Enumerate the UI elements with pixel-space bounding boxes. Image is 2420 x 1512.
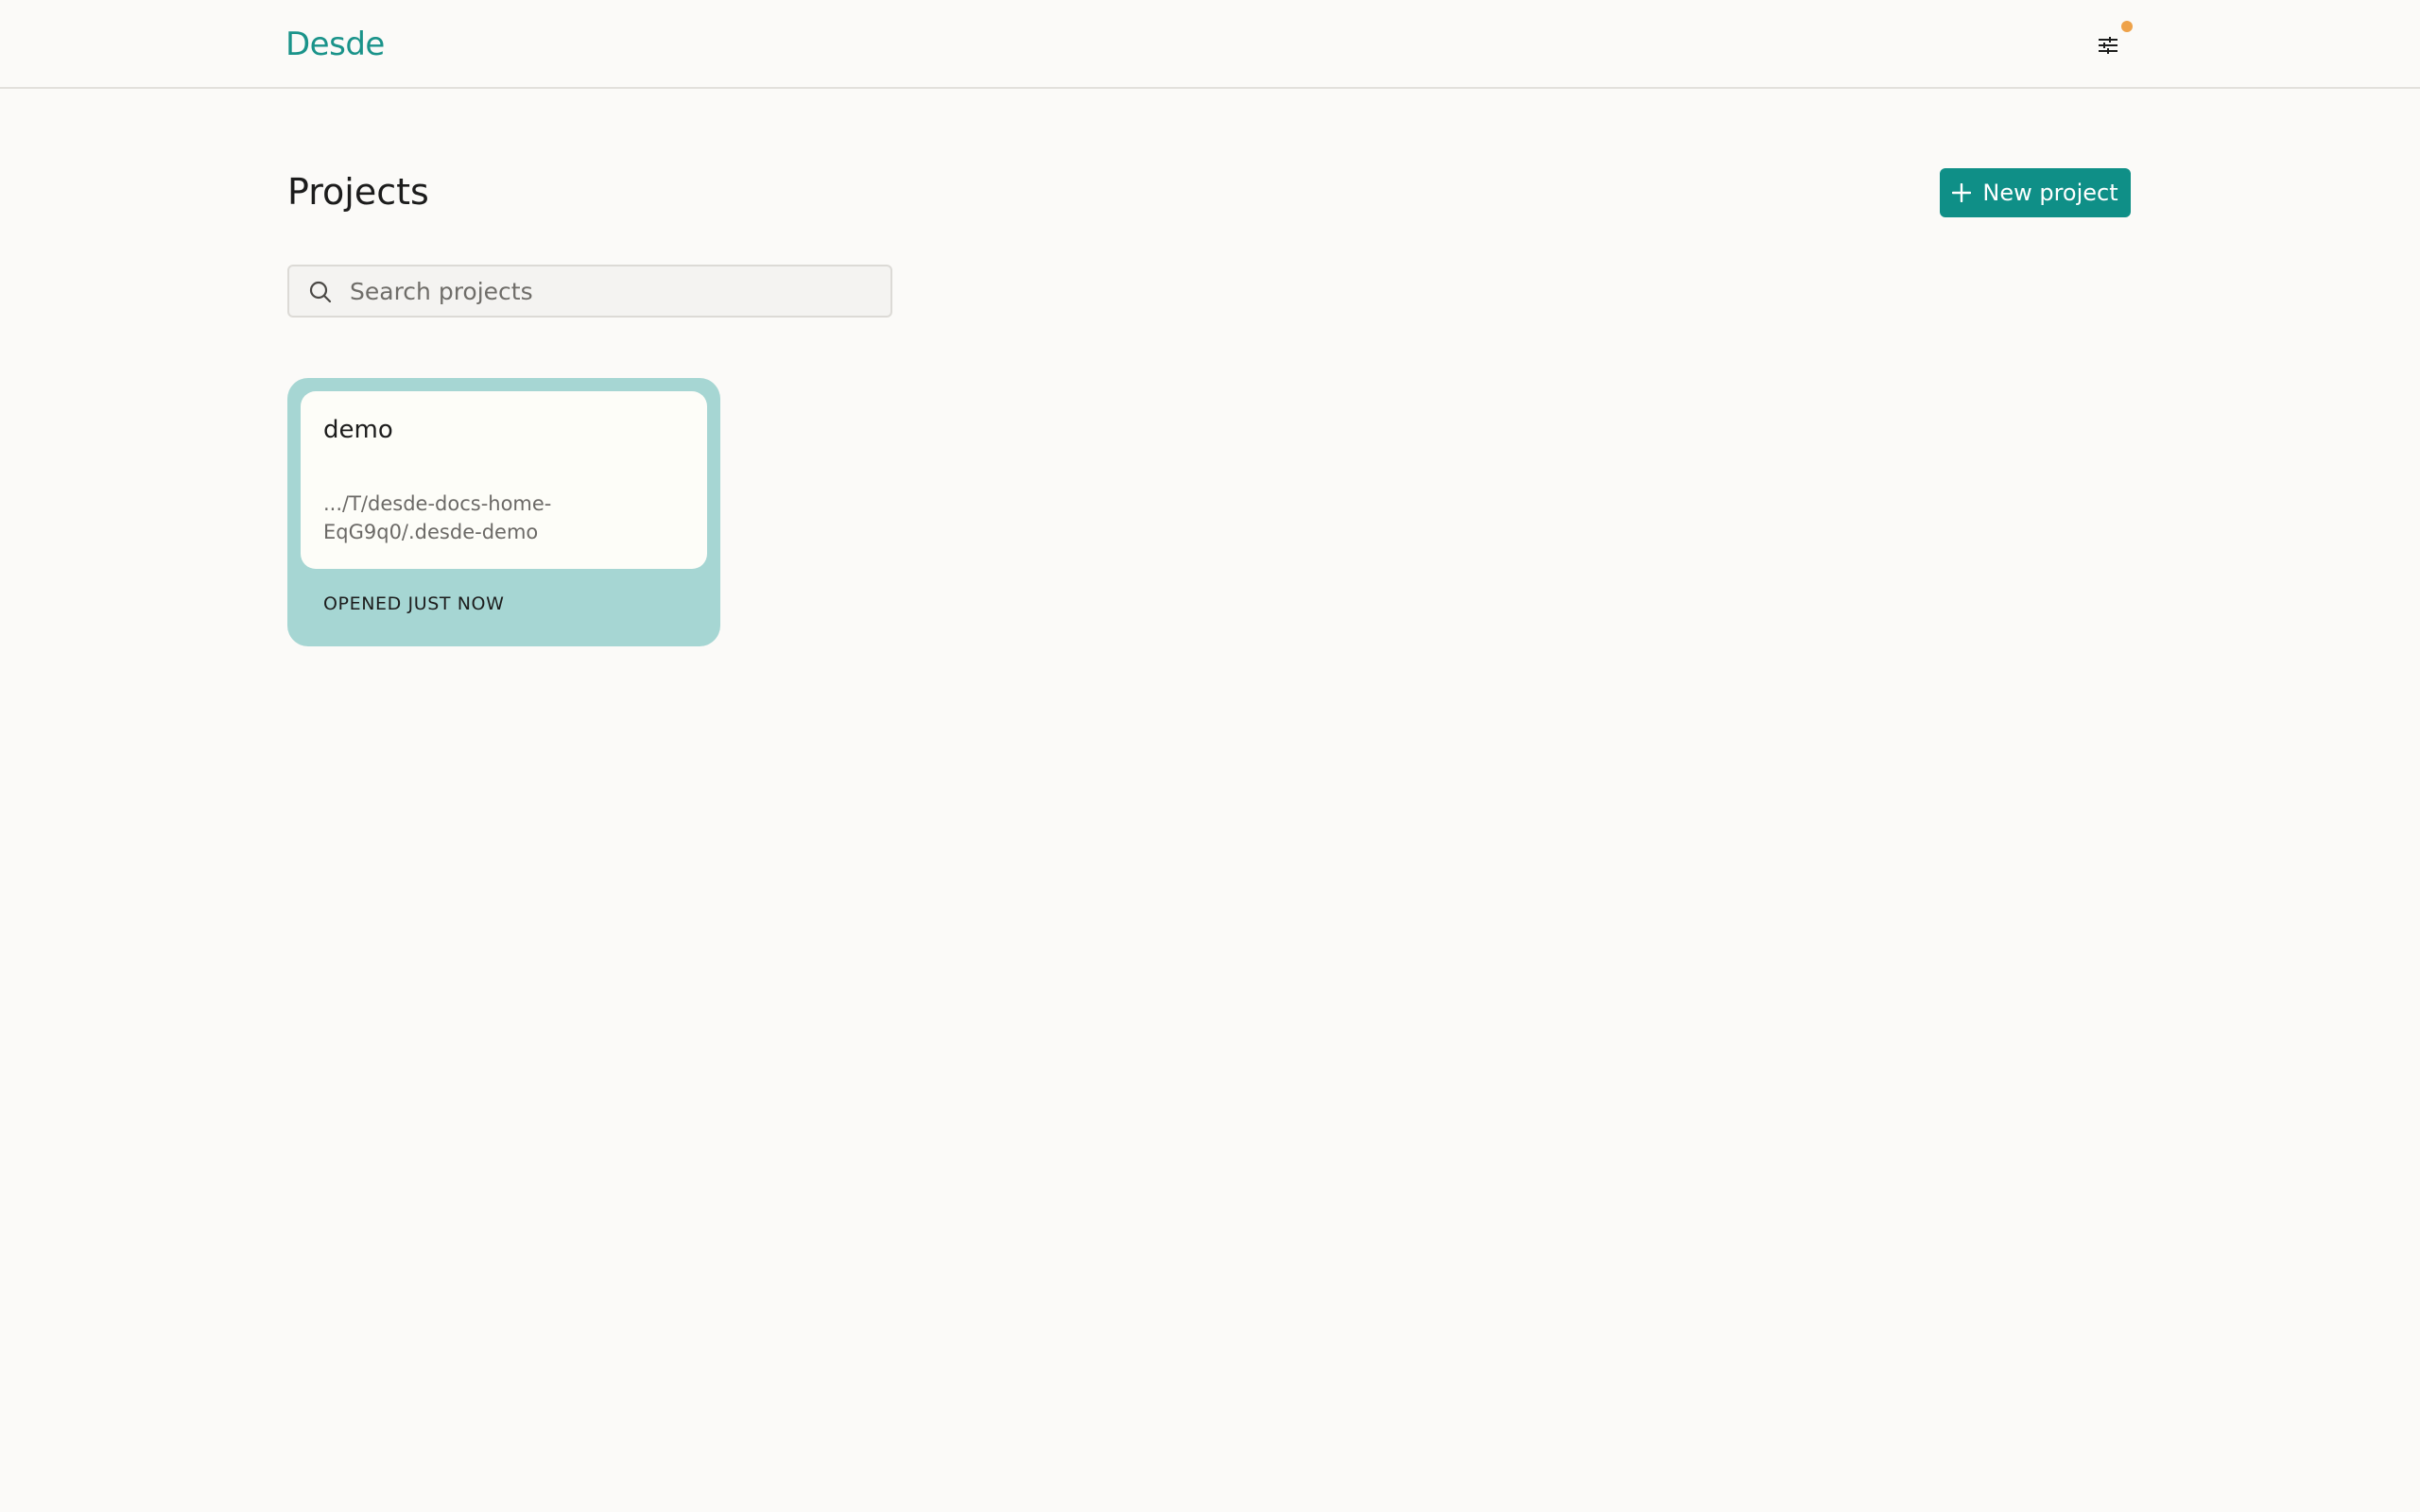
sliders-icon [2099,37,2118,54]
page-title: Projects [287,171,429,213]
app-logo[interactable]: Desde [285,25,385,64]
notification-dot [2121,21,2133,32]
search-box[interactable] [287,265,892,318]
project-name: demo [323,416,393,444]
project-card-body: demo .../T/desde-docs-home- EqG9q0/.desd… [301,391,707,569]
search-icon [309,281,332,303]
project-card-demo[interactable]: demo .../T/desde-docs-home- EqG9q0/.desd… [287,378,720,646]
top-bar: Desde [0,0,2420,89]
plus-icon [1952,183,1972,202]
new-project-label: New project [1982,180,2118,206]
project-path: .../T/desde-docs-home- EqG9q0/.desde-dem… [323,490,664,546]
project-path-line: .../T/desde-docs-home- [323,492,552,515]
new-project-button[interactable]: New project [1940,168,2131,217]
settings-button[interactable] [2091,28,2125,62]
search-input[interactable] [350,266,879,316]
project-opened-status: OPENED JUST NOW [323,593,505,614]
project-path-line: EqG9q0/.desde-demo [323,521,539,543]
